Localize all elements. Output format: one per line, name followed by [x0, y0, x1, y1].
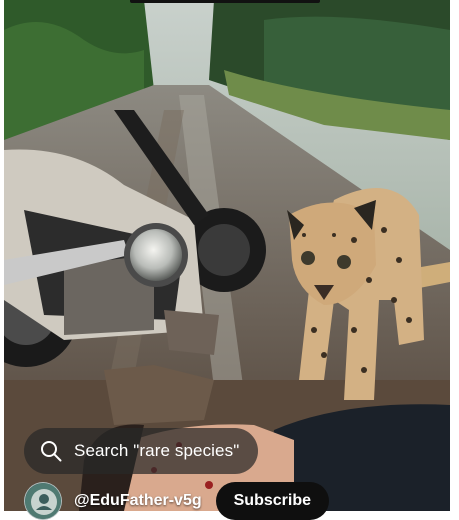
channel-row: @EduFather-v5g Subscribe [24, 482, 329, 520]
search-button[interactable]: Search "rare species" [24, 428, 258, 474]
top-status-bar [130, 0, 320, 3]
search-label: Search "rare species" [74, 441, 240, 460]
channel-avatar[interactable] [24, 482, 62, 520]
search-icon [40, 440, 62, 462]
subscribe-button[interactable]: Subscribe [215, 482, 329, 520]
channel-handle[interactable]: @EduFather-v5g [74, 492, 202, 510]
